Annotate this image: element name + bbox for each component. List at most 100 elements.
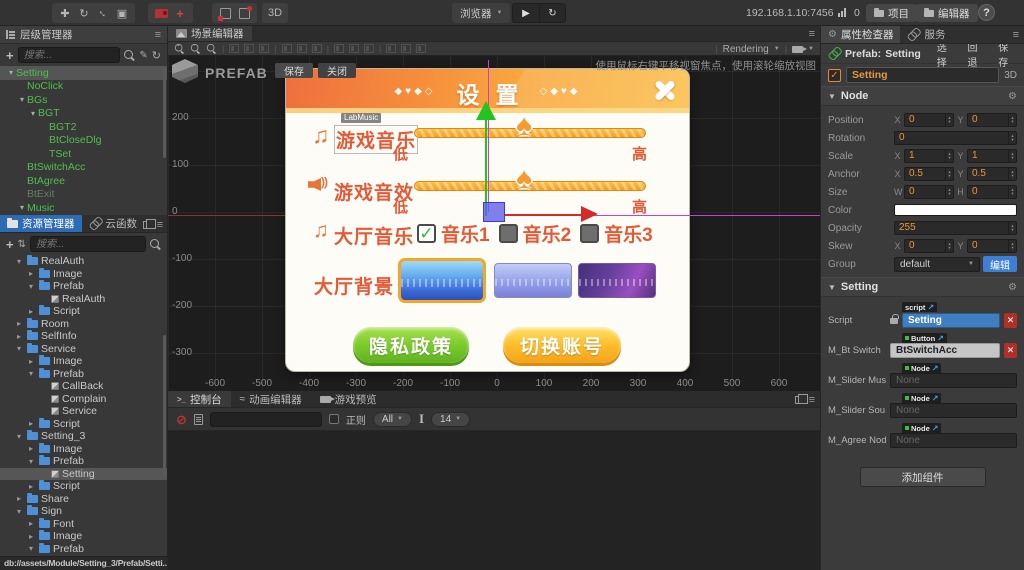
hierarchy-item-BtSwitchAcc[interactable]: BtSwitchAcc xyxy=(0,161,167,175)
asset-item-Prefab[interactable]: ▾Prefab xyxy=(0,368,167,381)
collapse-arrow-icon[interactable]: ▾ xyxy=(17,95,27,104)
tab-console-2[interactable]: 游戏预览 xyxy=(311,391,386,407)
collapse-arrow-icon[interactable]: ▸ xyxy=(26,357,36,366)
gear-icon[interactable]: ⚙ xyxy=(1008,91,1017,102)
privacy-policy-button[interactable]: 隐私政策 xyxy=(353,327,469,363)
console-duplicate-icon[interactable] xyxy=(795,396,803,404)
stepper[interactable]: ▴▾ xyxy=(945,168,953,180)
scale-y-input[interactable]: 1▴▾ xyxy=(967,149,1017,163)
collapse-arrow-icon[interactable]: ▸ xyxy=(26,419,36,428)
stepper[interactable]: ▴▾ xyxy=(1008,114,1016,126)
asset-item-Setting_3[interactable]: ▾Setting_3 xyxy=(0,430,167,443)
tab-scene-editor[interactable]: 场景编辑器 xyxy=(168,26,252,41)
hierarchy-item-Setting[interactable]: ▾Setting xyxy=(0,66,167,80)
sound-slider-handle[interactable]: ♠ xyxy=(516,162,532,196)
collapse-arrow-icon[interactable]: ▾ xyxy=(17,203,27,212)
refresh-icon[interactable]: ↻ xyxy=(152,49,161,62)
asset-item-Share[interactable]: ▸Share xyxy=(0,493,167,506)
hierarchy-item-BtCloseDlg[interactable]: BtCloseDlg xyxy=(0,134,167,148)
size-h-input[interactable]: 0▴▾ xyxy=(967,185,1017,199)
ref-value-field[interactable]: BtSwitchAcc xyxy=(890,343,1000,358)
collapse-arrow-icon[interactable]: ▸ xyxy=(14,332,24,341)
stepper-down-icon[interactable]: ▾ xyxy=(948,192,950,196)
sort-icon[interactable]: ⇅ xyxy=(18,239,26,250)
music-option-checkbox-3[interactable] xyxy=(580,224,599,243)
console-menu-icon[interactable]: ≡ xyxy=(809,394,815,406)
3d-toggle-button[interactable]: 3D xyxy=(267,5,283,21)
stepper[interactable]: ▴▾ xyxy=(1008,168,1016,180)
hierarchy-item-BGT[interactable]: ▾BGT xyxy=(0,107,167,121)
asset-item-Room[interactable]: ▸Room xyxy=(0,318,167,331)
collapse-arrow-icon[interactable]: ▸ xyxy=(14,319,24,328)
external-link-icon[interactable]: ↗ xyxy=(937,334,944,343)
zoom-reset-icon[interactable] xyxy=(207,44,216,53)
asset-item-CallBack[interactable]: CallBack xyxy=(0,380,167,393)
stepper-down-icon[interactable]: ▾ xyxy=(948,120,950,124)
hierarchy-item-BtAgree[interactable]: BtAgree xyxy=(0,174,167,188)
stepper-down-icon[interactable]: ▾ xyxy=(948,156,950,160)
hierarchy-item-BtExit[interactable]: BtExit xyxy=(0,188,167,202)
align-tool-icon[interactable] xyxy=(259,44,269,53)
collapse-arrow-icon[interactable]: ▾ xyxy=(26,369,36,378)
align-tool-icon[interactable] xyxy=(297,44,307,53)
zoom-out-icon[interactable]: - xyxy=(191,44,200,53)
group-dropdown[interactable]: default▼ xyxy=(894,257,980,272)
collapse-arrow-icon[interactable]: ▸ xyxy=(26,482,36,491)
remove-reference-button[interactable]: ✕ xyxy=(1004,313,1017,328)
font-size-dropdown[interactable]: 14▼ xyxy=(431,412,470,427)
size-w-input[interactable]: 0▴▾ xyxy=(904,185,954,199)
reload-button[interactable]: ↻ xyxy=(539,4,565,22)
asset-item-Image[interactable]: ▸Image xyxy=(0,355,167,368)
rendering-dropdown[interactable]: Rendering xyxy=(723,44,769,55)
asset-item-Image[interactable]: ▸Image xyxy=(0,530,167,543)
clear-console-icon[interactable]: ⊘ xyxy=(176,413,187,426)
lobby-bg-thumbnail-3[interactable] xyxy=(578,263,656,298)
hierarchy-item-BGT2[interactable]: BGT2 xyxy=(0,120,167,134)
log-level-dropdown[interactable]: All▼ xyxy=(373,412,412,427)
stepper-down-icon[interactable]: ▾ xyxy=(1011,138,1013,142)
position-x-input[interactable]: 0▴▾ xyxy=(904,113,954,127)
gear-icon[interactable]: ⚙ xyxy=(1008,282,1017,293)
align-tool-icon[interactable] xyxy=(312,44,322,53)
ref-value-field[interactable]: None xyxy=(890,433,1017,448)
switch-account-button[interactable]: 切换账号 xyxy=(503,327,621,363)
ref-value-field[interactable]: Setting xyxy=(902,313,1000,328)
music-option-checkbox-1[interactable]: ✓ xyxy=(417,224,436,243)
scene-viewport[interactable]: PREFAB 保存 关闭 使用鼠标右键平移视窗焦点，使用滚轮缩放视图 30020… xyxy=(168,56,820,390)
tab-console-0[interactable]: >_控制台 xyxy=(168,391,231,407)
preview-browser-dropdown[interactable]: 浏览器▼ xyxy=(452,3,510,23)
scale-tool-icon[interactable]: ↔ xyxy=(92,2,115,25)
tab-service[interactable]: 服务 xyxy=(900,26,952,43)
ref-value-field[interactable]: None xyxy=(890,373,1017,388)
collapse-arrow-icon[interactable]: ▾ xyxy=(26,282,36,291)
collapse-arrow-icon[interactable]: ▾ xyxy=(14,344,24,353)
asset-item-Prefab[interactable]: ▾Prefab xyxy=(0,543,167,556)
external-link-icon[interactable]: ↗ xyxy=(932,364,939,373)
stepper[interactable]: ▴▾ xyxy=(1008,240,1016,252)
node-picker-icon[interactable]: ✎ xyxy=(139,50,147,61)
align-tool-icon[interactable] xyxy=(364,44,374,53)
collapse-arrow-icon[interactable]: ▾ xyxy=(26,544,36,553)
hierarchy-item-Music[interactable]: ▾Music xyxy=(0,201,167,215)
stepper-down-icon[interactable]: ▾ xyxy=(1011,228,1013,232)
collapse-arrow-icon[interactable]: ▸ xyxy=(26,269,36,278)
tab-inspector[interactable]: ⚙ 属性检查器 xyxy=(821,26,900,43)
opacity-value-input[interactable]: 255▴▾ xyxy=(894,221,1017,235)
asset-item-Prefab[interactable]: ▾Prefab xyxy=(0,280,167,293)
stepper-down-icon[interactable]: ▾ xyxy=(1011,246,1013,250)
collapse-arrow-icon[interactable]: ▼ xyxy=(828,283,836,292)
external-link-icon[interactable]: ↗ xyxy=(927,303,934,312)
position-y-input[interactable]: 0▴▾ xyxy=(967,113,1017,127)
group-edit-button[interactable]: 编辑 xyxy=(983,256,1017,272)
align-tool-icon[interactable] xyxy=(416,44,426,53)
hierarchy-search-input[interactable] xyxy=(18,47,121,63)
add-asset-button[interactable]: + xyxy=(6,237,14,252)
stepper[interactable]: ▴▾ xyxy=(945,240,953,252)
asset-item-Script[interactable]: ▸Script xyxy=(0,418,167,431)
lobby-bg-thumbnail-1-selected[interactable] xyxy=(398,258,486,303)
anchor-corner-icon[interactable] xyxy=(217,5,233,21)
log-file-icon[interactable] xyxy=(194,414,203,425)
stepper[interactable]: ▴▾ xyxy=(945,150,953,162)
zoom-in-icon[interactable]: + xyxy=(175,44,184,53)
hierarchy-item-NoClick[interactable]: NoClick xyxy=(0,80,167,94)
